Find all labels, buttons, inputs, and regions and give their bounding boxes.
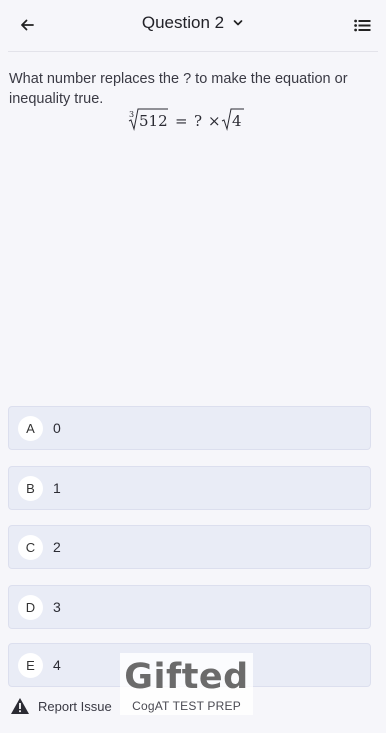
unknown-value: ? [194,112,202,130]
option-letter-badge: D [18,595,43,620]
question-prompt: What number replaces the ? to make the e… [9,71,348,107]
option-letter-badge: A [18,416,43,441]
watermark-tagline: CogAT TEST PREP [132,699,241,713]
report-issue-button[interactable]: Report Issue [10,697,112,715]
radicand-right: 4 [232,112,242,130]
list-icon [353,19,370,31]
warning-icon [11,698,29,714]
equation-graphic: 3 512 = ? × 4 [128,108,244,131]
question-list-button[interactable] [350,13,374,37]
answer-option-d[interactable]: D 3 [8,585,371,629]
watermark-logo: Gifted [124,657,249,697]
answer-option-a[interactable]: A 0 [8,406,371,450]
page-title: Question 2 [141,13,225,32]
option-value: 2 [53,539,61,555]
option-letter-badge: C [18,535,43,560]
answer-option-c[interactable]: C 2 [8,525,371,569]
chevron-down-icon [232,17,244,29]
header-divider [8,51,378,52]
option-letter-badge: B [18,476,43,501]
brand-watermark: Gifted CogAT TEST PREP [120,653,253,715]
answer-option-b[interactable]: B 1 [8,466,371,510]
times-sign: × [208,112,221,130]
option-letter-badge: E [18,653,43,678]
option-value: 3 [53,599,61,615]
option-value: 1 [53,480,61,496]
equals-sign: = [175,112,188,130]
option-value: 4 [53,657,61,673]
equation: 3 512 = ? × 4 [0,106,386,132]
option-value: 0 [53,420,61,436]
radicand-left: 512 [139,112,168,130]
question-selector[interactable]: Question 2 [0,13,386,33]
report-issue-label: Report Issue [38,698,112,714]
top-app-bar: Question 2 [0,0,386,52]
cube-root-index: 3 [129,110,134,119]
